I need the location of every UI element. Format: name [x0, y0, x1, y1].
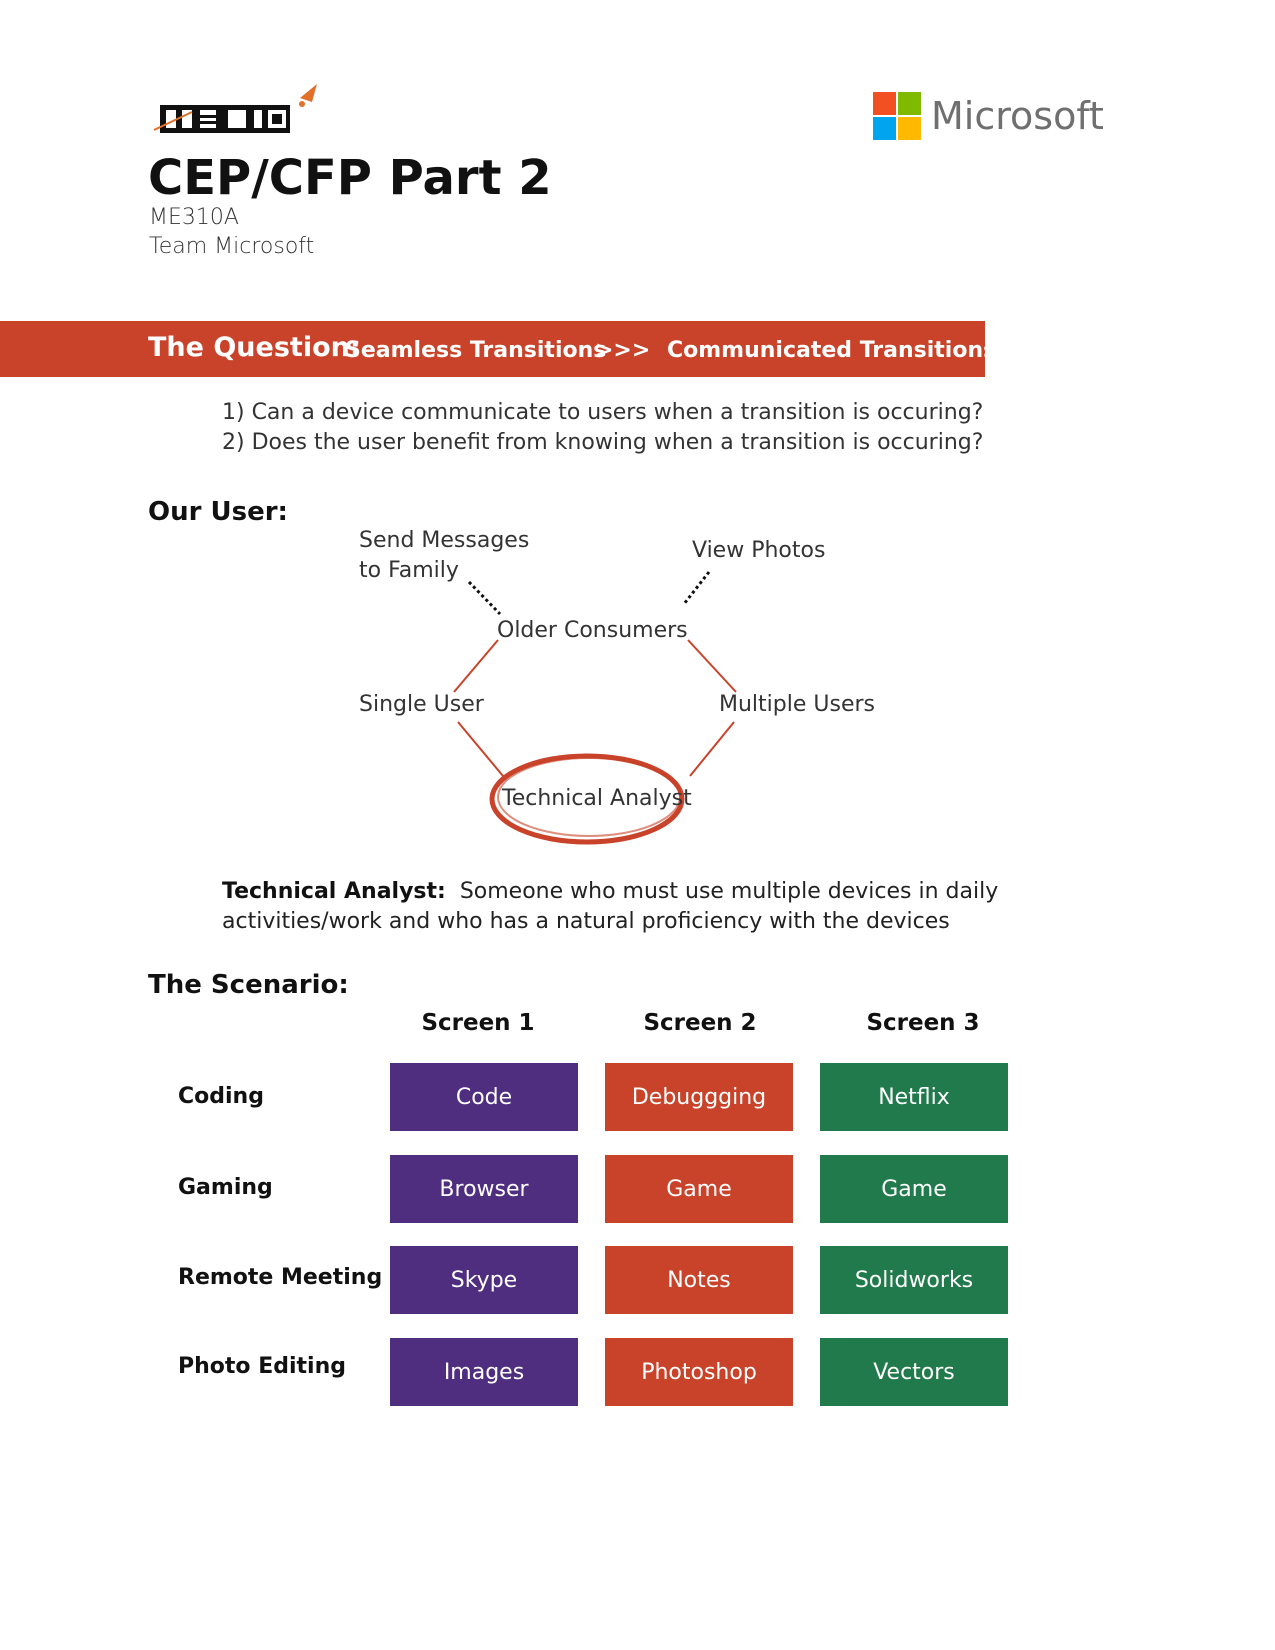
column-header-screen-1: Screen 1 [421, 1010, 535, 1036]
question-banner: The Question: Seamless Transitions >>> C… [0, 321, 996, 377]
node-send-messages-line1: Send Messages [359, 528, 530, 553]
cell-gaming-screen-3: Game [820, 1155, 1008, 1223]
row-label-remote-meeting: Remote Meeting [178, 1265, 383, 1290]
column-header-screen-2: Screen 2 [643, 1010, 757, 1036]
node-single-user: Single User [359, 692, 484, 717]
team-name: Team Microsoft [149, 234, 315, 259]
row-label-coding: Coding [178, 1084, 264, 1109]
microsoft-wordmark: Microsoft [931, 94, 1104, 138]
connector-older-multiple [687, 639, 737, 693]
ms-tile-green [898, 92, 921, 115]
row-label-gaming: Gaming [178, 1175, 273, 1200]
question-from: Seamless Transitions [345, 338, 607, 363]
cell-remote-meeting-screen-1: Skype [390, 1246, 578, 1314]
page-title: CEP/CFP Part 2 [148, 150, 552, 206]
cell-remote-meeting-screen-3: Solidworks [820, 1246, 1008, 1314]
cell-gaming-screen-2: Game [605, 1155, 793, 1223]
node-view-photos: View Photos [692, 538, 826, 563]
ms-tile-blue [873, 117, 896, 140]
connector-single-technical [457, 721, 504, 777]
course-code: ME310A [149, 205, 239, 230]
me310-logo [153, 84, 317, 133]
cell-gaming-screen-1: Browser [390, 1155, 578, 1223]
column-header-screen-3: Screen 3 [866, 1010, 980, 1036]
connector-multiple-technical [689, 721, 735, 777]
cell-photo-editing-screen-3: Vectors [820, 1338, 1008, 1406]
cell-photo-editing-screen-1: Images [390, 1338, 578, 1406]
node-technical-analyst: Technical Analyst [502, 786, 692, 811]
question-to: Communicated Transitions [667, 338, 997, 363]
node-send-messages-line2: to Family [359, 558, 459, 583]
question-label: The Question: [148, 332, 361, 363]
cell-coding-screen-1: Code [390, 1063, 578, 1131]
node-older-consumers: Older Consumers [497, 618, 688, 643]
cell-photo-editing-screen-2: Photoshop [605, 1338, 793, 1406]
cell-coding-screen-2: Debuggging [605, 1063, 793, 1131]
ms-tile-yellow [898, 117, 921, 140]
connector-view-photos [682, 571, 711, 605]
ms-tile-red [873, 92, 896, 115]
question-2: 2) Does the user benefit from knowing wh… [222, 430, 984, 455]
connector-older-single [453, 639, 499, 693]
scenario-heading: The Scenario: [148, 970, 349, 1000]
cell-remote-meeting-screen-2: Notes [605, 1246, 793, 1314]
node-multiple-users: Multiple Users [719, 692, 875, 717]
microsoft-tiles-icon [873, 92, 921, 140]
row-label-photo-editing: Photo Editing [178, 1354, 346, 1379]
definition-term: Technical Analyst: [222, 879, 446, 904]
connector-send-messages [467, 580, 502, 616]
our-user-heading: Our User: [148, 497, 288, 527]
technical-analyst-definition: Technical Analyst: Someone who must use … [222, 877, 1122, 937]
question-1: 1) Can a device communicate to users whe… [222, 400, 984, 425]
question-arrow: >>> [595, 338, 651, 363]
cell-coding-screen-3: Netflix [820, 1063, 1008, 1131]
